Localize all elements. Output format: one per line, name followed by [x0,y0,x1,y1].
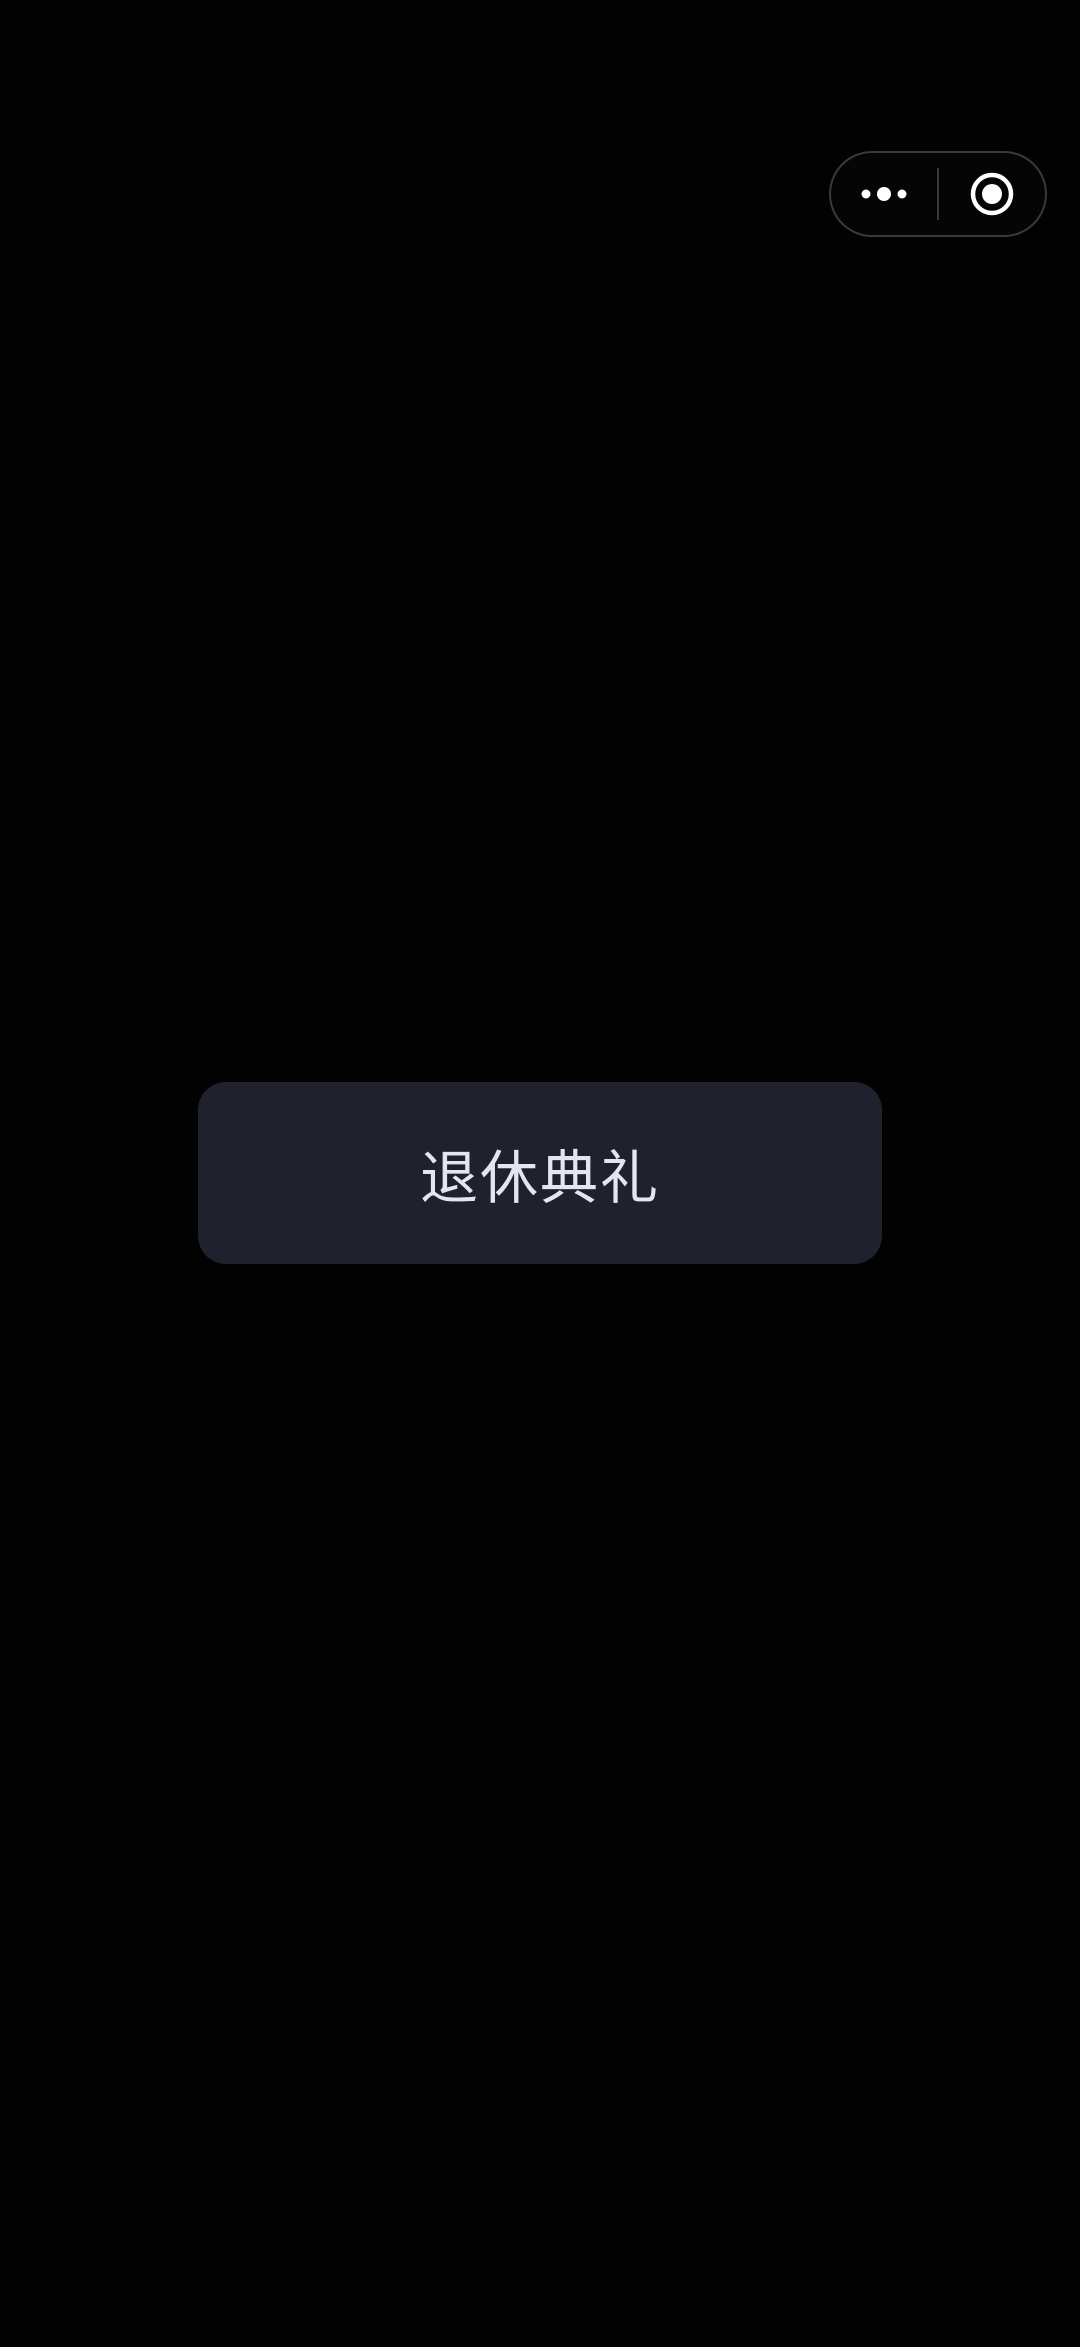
app-screen: 退休典礼 [0,0,1080,2347]
target-close-icon [968,170,1016,218]
retirement-ceremony-button[interactable]: 退休典礼 [198,1082,882,1264]
more-dots-icon [858,184,910,204]
more-menu-button[interactable] [831,153,937,235]
mini-program-capsule [829,151,1047,237]
retirement-ceremony-label: 退休典礼 [419,1144,660,1212]
close-mini-program-button[interactable] [939,153,1045,235]
